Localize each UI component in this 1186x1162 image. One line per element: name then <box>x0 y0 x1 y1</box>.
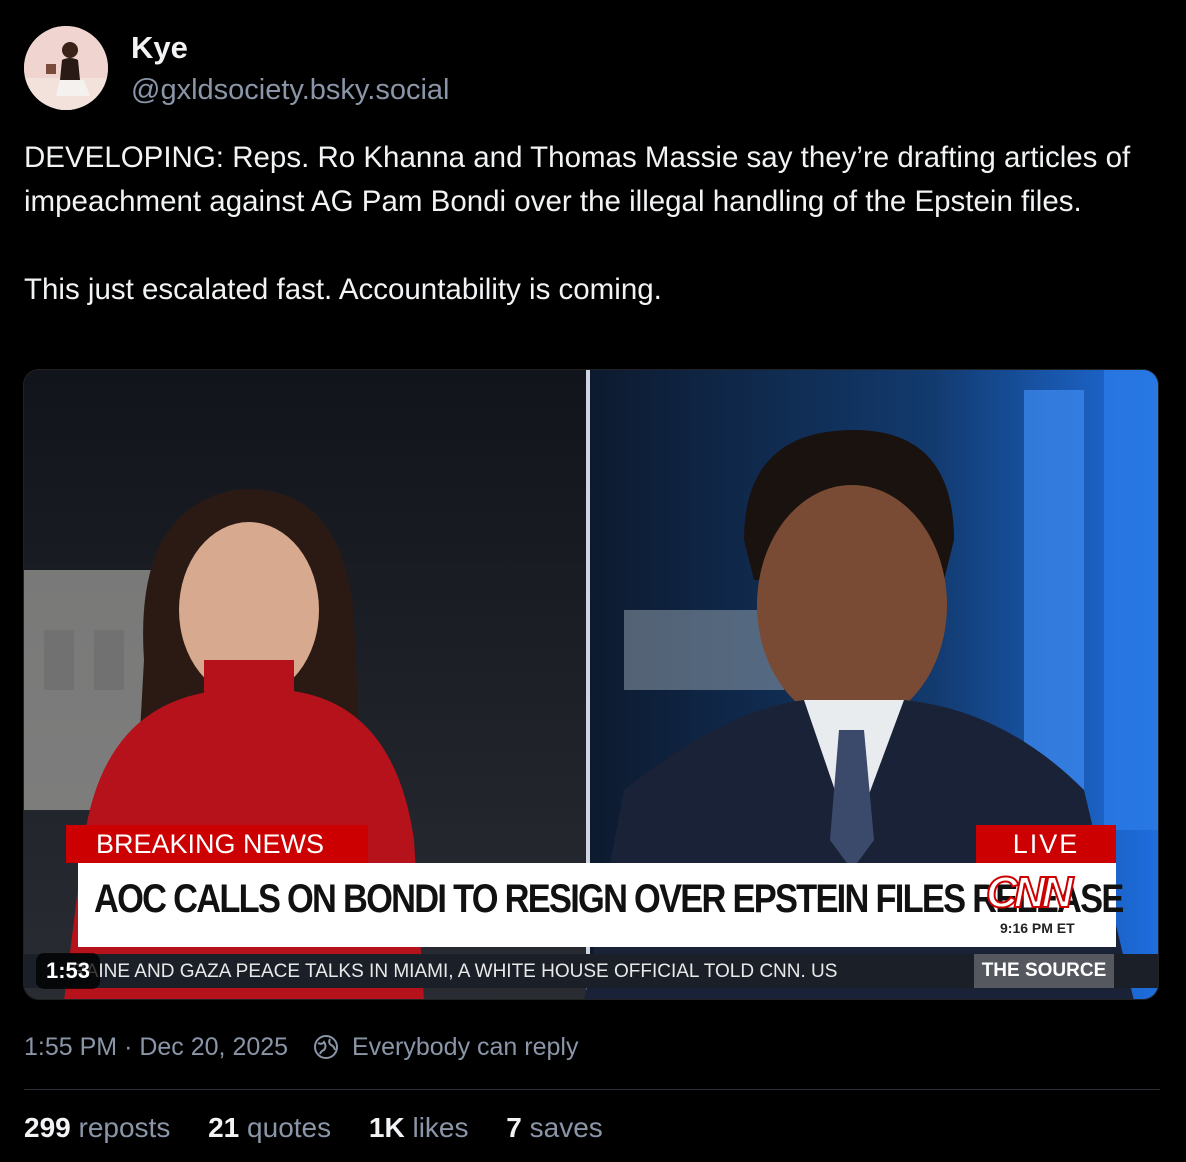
post-author[interactable]: Kye @gxldsociety.bsky.social <box>24 26 724 110</box>
engagement-stats: 299 reposts 21 quotes 1K likes 7 saves <box>24 1112 633 1144</box>
author-name[interactable]: Kye <box>131 30 188 66</box>
breaking-news-label: BREAKING NEWS <box>66 825 368 863</box>
globe-icon <box>313 1034 339 1060</box>
chyron-headline: AOC CALLS ON BONDI TO RESIGN OVER EPSTEI… <box>94 877 1124 921</box>
reply-setting[interactable]: Everybody can reply <box>352 1033 579 1061</box>
post-text: DEVELOPING: Reps. Ro Khanna and Thomas M… <box>24 141 1131 306</box>
avatar-image <box>24 26 108 110</box>
news-ticker: RAINE AND GAZA PEACE TALKS IN MIAMI, A W… <box>24 954 1158 988</box>
stat-likes[interactable]: 1K likes <box>369 1112 469 1144</box>
show-name: THE SOURCE <box>974 954 1114 988</box>
post-date[interactable]: Dec 20, 2025 <box>139 1033 288 1061</box>
cnn-logo: CNN <box>985 868 1074 917</box>
ticker-text: RAINE AND GAZA PEACE TALKS IN MIAMI, A W… <box>72 961 838 982</box>
video-embed[interactable]: BREAKING NEWS LIVE AOC CALLS ON BONDI TO… <box>23 369 1159 1000</box>
avatar[interactable] <box>24 26 108 110</box>
post-meta: 1:55 PM · Dec 20, 2025 Everybody can rep… <box>24 1032 578 1066</box>
chyron-time: 9:16 PM ET <box>1000 920 1075 936</box>
stat-quotes[interactable]: 21 quotes <box>208 1112 331 1144</box>
live-label: LIVE <box>976 825 1116 863</box>
meta-separator: · <box>124 1032 133 1061</box>
post: Kye @gxldsociety.bsky.social DEVELOPING:… <box>0 0 1186 1162</box>
divider <box>24 1089 1160 1090</box>
chyron: AOC CALLS ON BONDI TO RESIGN OVER EPSTEI… <box>78 863 1124 947</box>
author-handle[interactable]: @gxldsociety.bsky.social <box>131 74 449 107</box>
stat-saves[interactable]: 7 saves <box>506 1112 603 1144</box>
video-duration: 1:53 <box>36 953 101 989</box>
stat-reposts[interactable]: 299 reposts <box>24 1112 170 1144</box>
post-time[interactable]: 1:55 PM <box>24 1033 117 1061</box>
